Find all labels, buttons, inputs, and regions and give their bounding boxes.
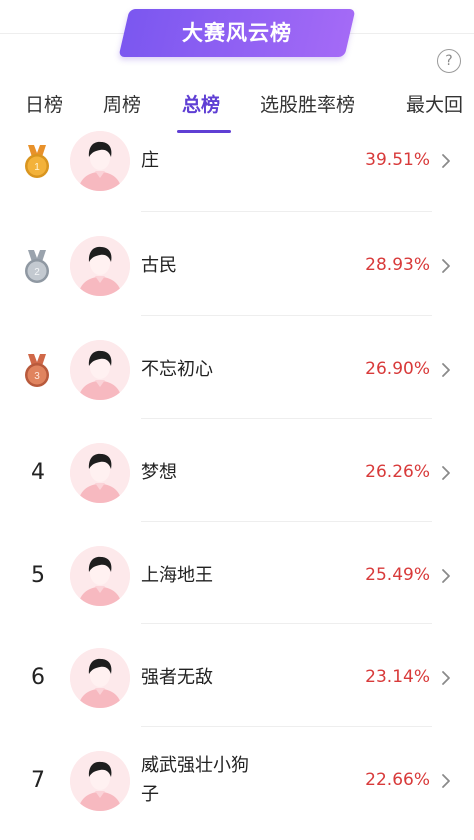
return-percent: 26.90% <box>365 359 430 379</box>
chevron-right-icon[interactable] <box>439 153 453 168</box>
leaderboard-row[interactable]: 4 梦想 26.26% <box>0 428 474 532</box>
leaderboard-row[interactable]: 3 不忘初心 26.90% <box>0 325 474 429</box>
row-divider <box>141 623 432 624</box>
row-divider <box>141 521 432 522</box>
chevron-right-icon[interactable] <box>439 568 453 583</box>
avatar[interactable] <box>70 546 130 606</box>
leaderboard-row[interactable]: 7 威武强壮小狗子 22.66% <box>0 736 474 840</box>
avatar[interactable] <box>70 236 130 296</box>
medal-rank-text: 2 <box>34 267 40 278</box>
user-name: 梦想 <box>141 462 177 483</box>
row-divider <box>141 726 432 727</box>
medal-rank-text: 1 <box>34 162 40 173</box>
chevron-right-icon[interactable] <box>439 465 453 480</box>
rank-number: 5 <box>31 563 45 588</box>
silver-medal-icon: 2 <box>22 248 52 284</box>
avatar[interactable] <box>70 340 130 400</box>
avatar[interactable] <box>70 751 130 811</box>
user-name: 不忘初心 <box>141 359 213 380</box>
chevron-right-icon[interactable] <box>439 773 453 788</box>
chevron-right-icon[interactable] <box>439 670 453 685</box>
chevron-right-icon[interactable] <box>439 362 453 377</box>
bronze-medal-icon: 3 <box>22 352 52 388</box>
leaderboard-row[interactable]: 1 庄 39.51% <box>0 116 474 220</box>
rank-number: 4 <box>31 460 45 485</box>
row-divider <box>141 418 432 419</box>
rank-number: 7 <box>31 768 45 793</box>
medal-rank-text: 3 <box>34 371 40 382</box>
row-divider <box>141 211 432 212</box>
user-name: 强者无敌 <box>141 667 213 688</box>
user-name: 威武强壮小狗子 <box>141 755 249 805</box>
leaderboard-row[interactable]: 2 古民 28.93% <box>0 221 474 325</box>
chevron-right-icon[interactable] <box>439 258 453 273</box>
return-percent: 28.93% <box>365 255 430 275</box>
return-percent: 39.51% <box>365 150 430 170</box>
leaderboard-row[interactable]: 6 强者无敌 23.14% <box>0 633 474 737</box>
user-name: 庄 <box>141 150 159 171</box>
gold-medal-icon: 1 <box>22 143 52 179</box>
avatar[interactable] <box>70 443 130 503</box>
help-icon[interactable]: ? <box>437 49 461 73</box>
return-percent: 26.26% <box>365 462 430 482</box>
page-title: 大赛风云榜 <box>182 21 292 45</box>
row-divider <box>141 315 432 316</box>
user-name: 古民 <box>141 255 177 276</box>
return-percent: 25.49% <box>365 565 430 585</box>
return-percent: 23.14% <box>365 667 430 687</box>
avatar[interactable] <box>70 131 130 191</box>
rank-number: 6 <box>31 665 45 690</box>
user-name: 上海地王 <box>141 565 213 586</box>
leaderboard-row[interactable]: 5 上海地王 25.49% <box>0 531 474 635</box>
return-percent: 22.66% <box>365 770 430 790</box>
avatar[interactable] <box>70 648 130 708</box>
